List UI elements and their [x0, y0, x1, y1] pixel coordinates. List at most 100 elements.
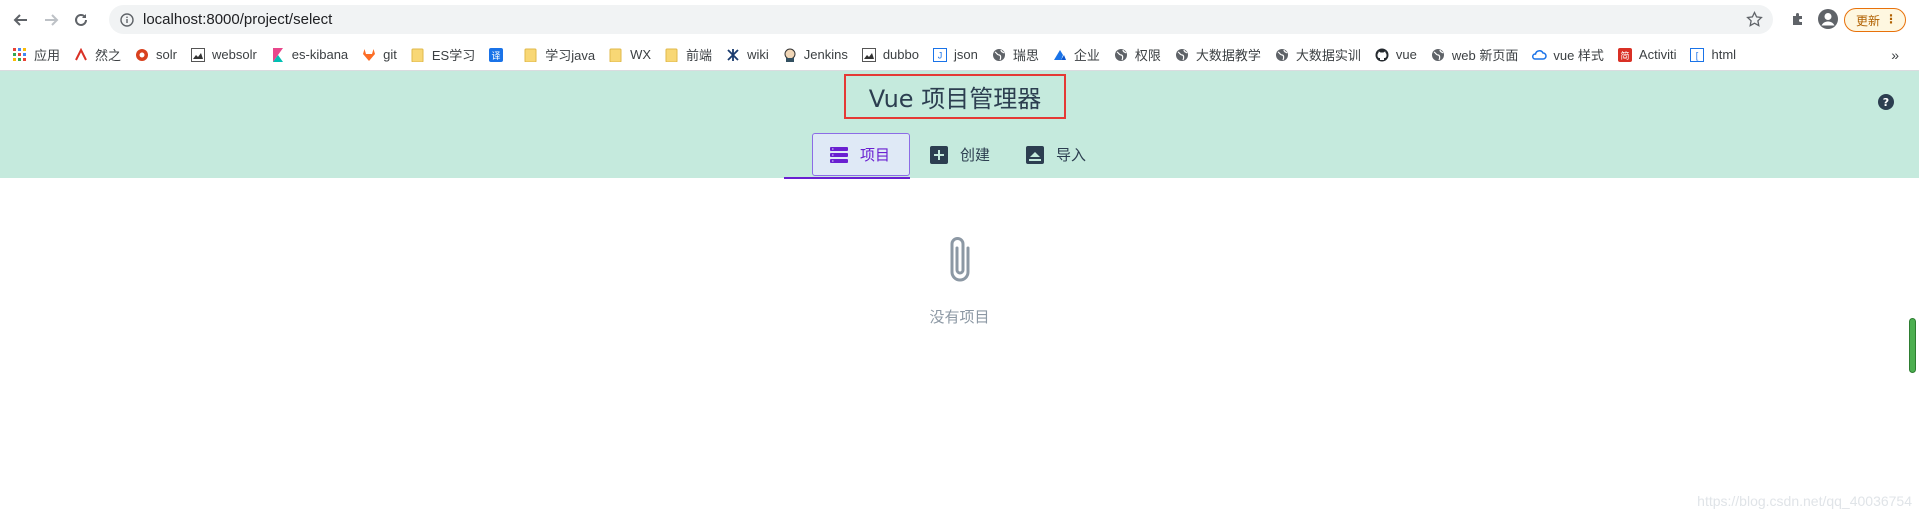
help-icon[interactable]: ? [1878, 94, 1894, 110]
browser-toolbar: localhost:8000/project/select 更新 ⋮ [0, 0, 1919, 39]
bookmark-label: 大数据实训 [1295, 48, 1361, 63]
list-icon [830, 146, 848, 164]
active-tab-underline [784, 177, 910, 179]
plus-square-icon [930, 145, 948, 164]
reload-button[interactable] [69, 8, 93, 32]
bookmark-label: wiki [747, 47, 769, 62]
arrow-left-icon [13, 13, 27, 26]
menu-dots-icon: ⋮ [1885, 12, 1897, 26]
bookmark-label: 企业 [1073, 48, 1100, 63]
bookmark-label: 前端 [686, 48, 713, 63]
folder-icon [410, 47, 426, 63]
github-icon [1374, 47, 1390, 63]
bookmark-item[interactable]: 简 Activiti [1617, 47, 1676, 63]
bookmark-item[interactable]: solr [134, 47, 177, 63]
enterprise-icon [1052, 47, 1068, 63]
tab-import[interactable]: 导入 [1026, 133, 1086, 176]
update-button[interactable]: 更新 ⋮ [1844, 8, 1906, 32]
reload-icon [75, 13, 87, 26]
bookmark-item[interactable]: Jenkins [782, 47, 848, 63]
jenkins-icon [782, 47, 798, 63]
bookmark-item[interactable]: Jjson [932, 47, 978, 63]
bookmark-item[interactable]: 然之 [73, 45, 121, 64]
bookmark-item[interactable]: vue [1374, 47, 1417, 63]
scroll-indicator[interactable] [1909, 318, 1916, 373]
bookmark-label: 瑞思 [1012, 48, 1039, 63]
info-icon[interactable] [119, 12, 135, 28]
activiti-icon: 简 [1617, 47, 1633, 63]
bookmark-item[interactable]: [ html [1689, 47, 1736, 63]
url-text[interactable]: localhost:8000/project/select [143, 11, 332, 28]
cloud-icon [1531, 47, 1548, 63]
page-title: Vue 项目管理器 [868, 85, 1042, 113]
bookmark-label: Jenkins [803, 47, 848, 62]
bookmark-item[interactable]: 大数据实训 [1274, 45, 1361, 64]
apps-grid-icon [12, 47, 28, 63]
solr-icon [134, 47, 150, 63]
bookmark-item[interactable]: ES学习 [410, 45, 475, 64]
folder-icon [608, 47, 624, 63]
bookmark-item[interactable]: web 新页面 [1430, 45, 1518, 64]
bookmark-label: 然之 [95, 48, 122, 63]
bookmark-label: es-kibana [291, 47, 349, 62]
empty-message: 没有项目 [929, 308, 990, 326]
bookmark-item[interactable]: 瑞思 [991, 45, 1039, 64]
watermark: https://blog.csdn.net/qq_40036754 [1697, 493, 1912, 509]
bookmark-item[interactable]: 企业 [1052, 45, 1100, 64]
more-bookmarks-button[interactable]: » [1891, 47, 1899, 63]
bookmark-label: git [383, 47, 397, 62]
bookmark-label: vue [1395, 47, 1417, 62]
extensions-area [1782, 7, 1840, 31]
html-icon: [ [1689, 47, 1705, 63]
bookmark-item[interactable]: git [361, 47, 397, 63]
app-header: Vue 项目管理器 ? 项目 创建 导入 [0, 71, 1919, 179]
bookmark-label: dubbo [882, 47, 919, 62]
gitlab-icon [361, 47, 377, 63]
bookmarks-bar: 应用 然之 solr websolr es-kibana git ES学习 译 学习java WX… [0, 39, 1919, 71]
bookmark-item[interactable]: es-kibana [270, 47, 348, 63]
bookmark-item[interactable]: 前端 [664, 45, 712, 64]
bookmark-item[interactable]: vue 样式 [1531, 45, 1604, 64]
tab-projects-label: 项目 [860, 146, 891, 164]
kibana-icon [270, 47, 286, 63]
profile-avatar-icon[interactable] [1816, 7, 1840, 31]
bookmark-item[interactable]: WX [608, 47, 651, 63]
json-icon: J [932, 47, 948, 63]
svg-text:简: 简 [1620, 50, 1629, 61]
folder-icon [523, 47, 539, 63]
svg-text:J: J [938, 50, 943, 60]
bookmark-item[interactable]: websolr [190, 47, 257, 63]
bookmark-label: 学习java [545, 48, 596, 63]
tab-create[interactable]: 创建 [928, 133, 990, 176]
bookmark-label: 大数据教学 [1195, 48, 1261, 63]
bookmark-label: html [1711, 47, 1737, 62]
globe-icon [1274, 47, 1290, 63]
address-bar[interactable]: localhost:8000/project/select [109, 5, 1773, 34]
ranzhi-icon [73, 47, 89, 63]
bookmark-star-icon[interactable] [1746, 10, 1763, 28]
bookmark-item[interactable]: dubbo [861, 47, 919, 63]
puzzle-icon[interactable] [1786, 7, 1810, 31]
folder-icon [664, 47, 680, 63]
image-icon [861, 47, 877, 63]
import-icon [1026, 145, 1044, 164]
title-highlight-box: Vue 项目管理器 [844, 74, 1066, 119]
bookmark-item[interactable]: 译 [488, 47, 510, 63]
forward-button[interactable] [39, 8, 63, 32]
tab-projects[interactable]: 项目 [812, 133, 910, 176]
bookmark-label: 应用 [34, 48, 61, 63]
bookmark-label: websolr [211, 47, 257, 62]
bookmark-item[interactable]: wiki [725, 47, 769, 63]
back-button[interactable] [9, 8, 33, 32]
tab-create-label: 创建 [960, 146, 991, 164]
bookmark-label: solr [156, 47, 177, 62]
wiki-icon [725, 47, 741, 63]
bookmark-label: json [953, 47, 978, 62]
bookmark-item[interactable]: 学习java [523, 45, 595, 64]
bookmark-item[interactable]: 权限 [1113, 45, 1161, 64]
svg-text:译: 译 [492, 51, 501, 61]
bookmark-item[interactable]: 应用 [12, 45, 60, 64]
translate-icon: 译 [488, 47, 504, 63]
bookmark-label: ES学习 [431, 48, 476, 63]
bookmark-item[interactable]: 大数据教学 [1174, 45, 1261, 64]
